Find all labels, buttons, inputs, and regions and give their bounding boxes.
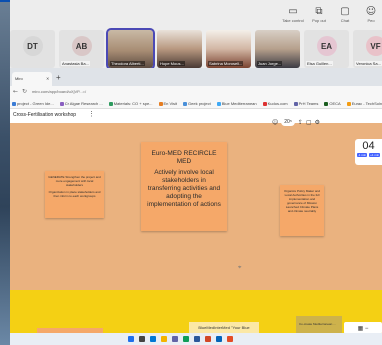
tab-bar: Miro ✕ +	[10, 68, 382, 86]
camera-feed-strip	[0, 0, 10, 345]
bookmark-item[interactable]: Blue Mediterranean	[216, 99, 257, 108]
bookmark-item[interactable]: PrH Teams	[293, 99, 318, 108]
bookmark-icon	[183, 101, 188, 106]
participant-tile[interactable]: EA Elsa Guillen...	[304, 30, 349, 68]
avatar: EA	[316, 36, 337, 56]
bookmark-item[interactable]: Materials: CO + spe...	[108, 99, 153, 108]
teams-icon[interactable]	[172, 336, 178, 342]
timer-pill[interactable]: 20⁵	[281, 118, 295, 126]
sticky-note[interactable]: Organize Policy Maker and Local Authorit…	[280, 185, 324, 236]
bookmark-icon	[108, 101, 113, 106]
participant-name: Theodora Alberti...	[110, 61, 145, 66]
participant-video-tile[interactable]: Hope Mous...	[157, 30, 202, 68]
bookmarks-bar: project - Green Ide... Cr Algae Research…	[10, 99, 382, 109]
people-icon: ☺	[365, 6, 377, 17]
settings-icon[interactable]: ⚙	[315, 119, 320, 126]
os-taskbar	[10, 333, 382, 345]
word-icon[interactable]	[194, 336, 200, 342]
sticky-note[interactable]: GENERATE Strengthen the project and more…	[45, 171, 104, 218]
folder-icon[interactable]	[161, 336, 167, 342]
whiteboard-canvas[interactable]: GENERATE Strengthen the project and more…	[10, 123, 382, 290]
share-icon[interactable]: ⇪	[298, 119, 303, 126]
edge-icon[interactable]	[150, 336, 156, 342]
bookmark-item[interactable]: Eurac - TechSoln	[346, 99, 382, 108]
participant-video-tile[interactable]: Sabrina Morosell...	[206, 30, 251, 68]
avatar: AB	[71, 36, 92, 56]
timer-value: 04	[362, 140, 375, 152]
participant-tile[interactable]: DT	[10, 30, 55, 68]
powerpoint-icon[interactable]	[205, 336, 211, 342]
bookmark-icon	[158, 101, 163, 106]
sticky-note-main[interactable]: Euro-MED RECIRCLE MED Actively involve l…	[141, 142, 227, 231]
meeting-toolbar: ▭ Take control ⧉ Pop out ▢ Chat ☺ Peo	[282, 6, 382, 24]
pop-out-button[interactable]: ⧉ Pop out	[308, 6, 330, 24]
bookmark-icon	[324, 101, 329, 106]
bookmark-item[interactable]: En Visit	[158, 99, 177, 108]
bookmark-icon	[262, 101, 267, 106]
bookmark-item[interactable]: Geek project	[183, 99, 211, 108]
take-control-button[interactable]: ▭ Take control	[282, 6, 304, 24]
board-title[interactable]: Cross-Fertilisation workshop	[13, 112, 76, 118]
timer-plus-button[interactable]: +1 min	[369, 153, 381, 157]
bookmark-icon	[293, 101, 298, 106]
avatar: VF	[365, 36, 382, 56]
participant-name: Sabrina Morosell...	[208, 61, 244, 66]
participant-name: Anastasia Ba...	[61, 61, 90, 66]
bookmark-item[interactable]: Cr Algae Research ...	[59, 99, 103, 108]
search-icon[interactable]	[139, 336, 145, 342]
bookmark-item[interactable]: project - Green Ide...	[12, 99, 54, 108]
chat-icon: ▢	[340, 6, 350, 17]
app-icon[interactable]	[227, 336, 233, 342]
board-toolbar: ☺ 20⁵ ⇪ ▢ ⚙	[272, 116, 382, 128]
cursor-icon: ⌖	[238, 265, 242, 271]
excel-icon[interactable]	[183, 336, 189, 342]
comments-icon[interactable]: ▢	[306, 119, 312, 126]
participant-tile[interactable]: AB Anastasia Ba...	[59, 30, 104, 68]
more-options-icon[interactable]: ⋮	[88, 110, 95, 118]
close-icon[interactable]: ✕	[46, 76, 49, 81]
participant-name: Juan Jorge...	[257, 61, 283, 66]
address-bar: ← ↻ miro.com/app/board/uXjVP...=/	[10, 86, 382, 99]
new-tab-button[interactable]: +	[56, 74, 61, 82]
bookmark-icon	[59, 101, 64, 106]
chat-button[interactable]: ▢ Chat	[334, 6, 356, 24]
url-input[interactable]: miro.com/app/board/uXjVP...=/	[32, 89, 332, 97]
refresh-icon[interactable]: ↻	[22, 88, 27, 95]
timer-minus-button[interactable]: -1 min	[356, 153, 368, 157]
bookmark-icon	[12, 101, 16, 106]
laptop-icon: ▭	[288, 6, 298, 17]
bookmark-icon	[216, 101, 221, 106]
participant-video-tile[interactable]: Juan Jorge...	[255, 30, 300, 68]
back-icon[interactable]: ←	[13, 88, 18, 95]
start-icon[interactable]	[128, 336, 134, 342]
participant-tile[interactable]: VF Veronica Sa...	[353, 30, 382, 68]
meeting-bar: ▭ Take control ⧉ Pop out ▢ Chat ☺ Peo DT…	[10, 0, 382, 70]
participant-video-tile[interactable]: Theodora Alberti...	[106, 28, 155, 70]
bookmark-item[interactable]: Kudos.com	[262, 99, 288, 108]
pop-out-icon: ⧉	[315, 6, 323, 17]
participant-gallery: DT AB Anastasia Ba... Theodora Alberti..…	[10, 28, 382, 70]
bookmark-item[interactable]: OECA	[324, 99, 341, 108]
avatar: DT	[22, 36, 43, 56]
participant-name: Elsa Guillen...	[306, 61, 333, 66]
participant-name: Hope Mous...	[159, 61, 185, 66]
bookmark-icon	[346, 101, 351, 106]
zoom-label: ▦ −	[357, 325, 369, 332]
browser-window: Miro ✕ + ← ↻ miro.com/app/board/uXjVP...…	[10, 68, 382, 345]
reactions-icon[interactable]: ☺	[272, 119, 278, 126]
outlook-icon[interactable]	[216, 336, 222, 342]
countdown-timer: 04 -1 min +1 min	[355, 139, 382, 165]
participant-name: Veronica Sa...	[355, 61, 382, 66]
people-button[interactable]: ☺ Peo	[360, 6, 382, 24]
